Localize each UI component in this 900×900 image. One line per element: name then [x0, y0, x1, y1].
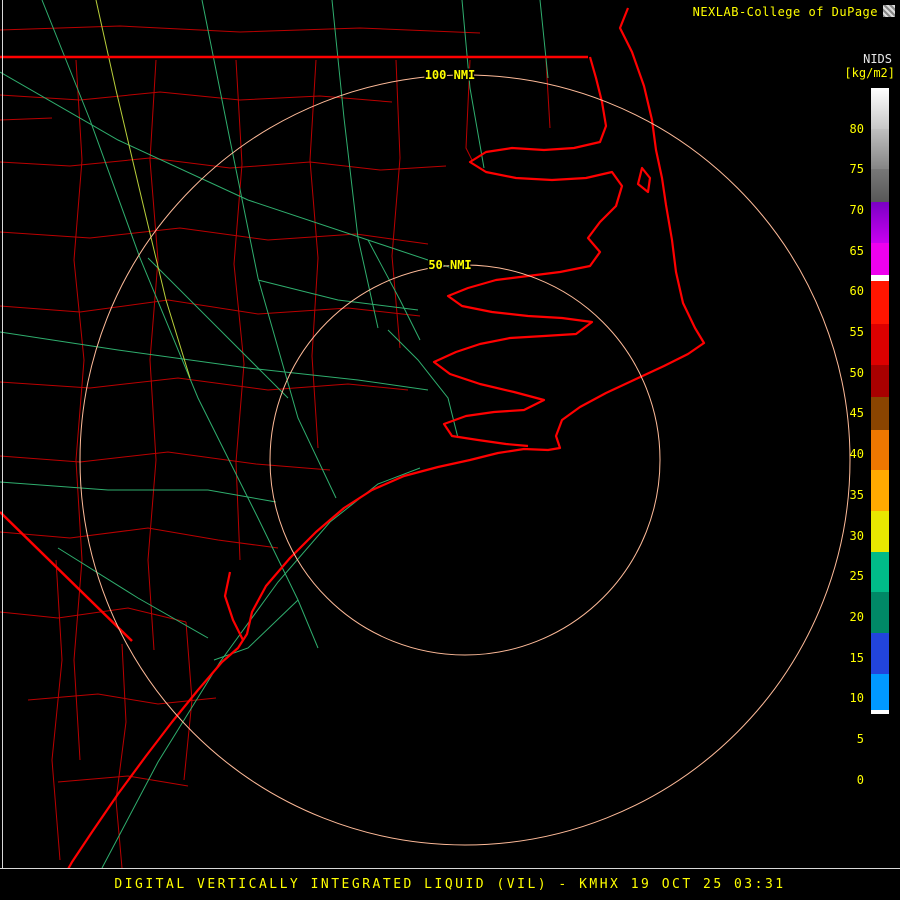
colorbar-segment — [871, 201, 889, 243]
colorbar-tick-label: 45 — [849, 406, 864, 421]
ring-label-50nmi: 50 NMI — [428, 258, 471, 272]
colorbar-segment — [871, 128, 889, 170]
colorbar-tick-label: 35 — [849, 487, 864, 502]
colorbar-segment — [871, 364, 889, 398]
colorbar-tick-label: 55 — [849, 325, 864, 340]
brand-text: NEXLAB-College of DuPage — [692, 5, 878, 19]
colorbar-tick-label: 50 — [849, 365, 864, 380]
colorbar-segment — [871, 280, 889, 324]
colorbar-tick-label: 20 — [849, 609, 864, 624]
colorbar-segment — [871, 88, 889, 129]
roads-group — [0, 0, 549, 869]
left-border-line — [2, 0, 3, 868]
colorbar-tick-label: 30 — [849, 528, 864, 543]
colorbar-tick-label: 25 — [849, 569, 864, 584]
colorbar-segment — [871, 470, 889, 512]
colorbar-segment — [871, 551, 889, 593]
colorbar-ticks: 80 75 70 65 60 55 50 45 40 35 30 25 20 15 10 5 0 — [820, 88, 864, 800]
colorbar-segment — [871, 592, 889, 634]
colorbar-segment — [871, 429, 889, 471]
colorbar-tick-label: 70 — [849, 203, 864, 218]
county-lines-group — [0, 25, 551, 869]
colorbar-tick-label: 10 — [849, 691, 864, 706]
colorbar-segments — [871, 88, 889, 800]
colorbar-tick-label: 15 — [849, 650, 864, 665]
colorbar-tick-label: 65 — [849, 243, 864, 258]
colorbar-tick-label: 5 — [856, 731, 864, 746]
colorbar-tick-label: 60 — [849, 284, 864, 299]
colorbar-segment — [871, 242, 889, 276]
ring-label-100nmi: 100 NMI — [425, 68, 476, 82]
colorbar-segment — [871, 633, 889, 674]
colorbar-tick-label: 40 — [849, 447, 864, 462]
colorbar-segment — [871, 714, 889, 800]
product-label: NIDS — [863, 52, 892, 66]
product-title: DIGITAL VERTICALLY INTEGRATED LIQUID (VI… — [114, 877, 786, 892]
colorbar-segment — [871, 673, 889, 711]
colorbar-tick-label: 80 — [849, 121, 864, 136]
radar-map: 100 NMI 50 NMI — [0, 0, 851, 869]
units-label: [kg/m2] — [844, 66, 895, 80]
cod-logo-icon — [883, 5, 895, 17]
colorbar-segment — [871, 169, 889, 202]
colorbar-segment — [871, 397, 889, 430]
colorbar-tick-label: 75 — [849, 162, 864, 177]
colorbar-segment — [871, 323, 889, 365]
footer-separator-line — [0, 868, 900, 869]
colorbar-tick-label: 0 — [856, 772, 864, 787]
coastline-group — [66, 7, 706, 869]
colorbar-segment — [871, 511, 889, 552]
